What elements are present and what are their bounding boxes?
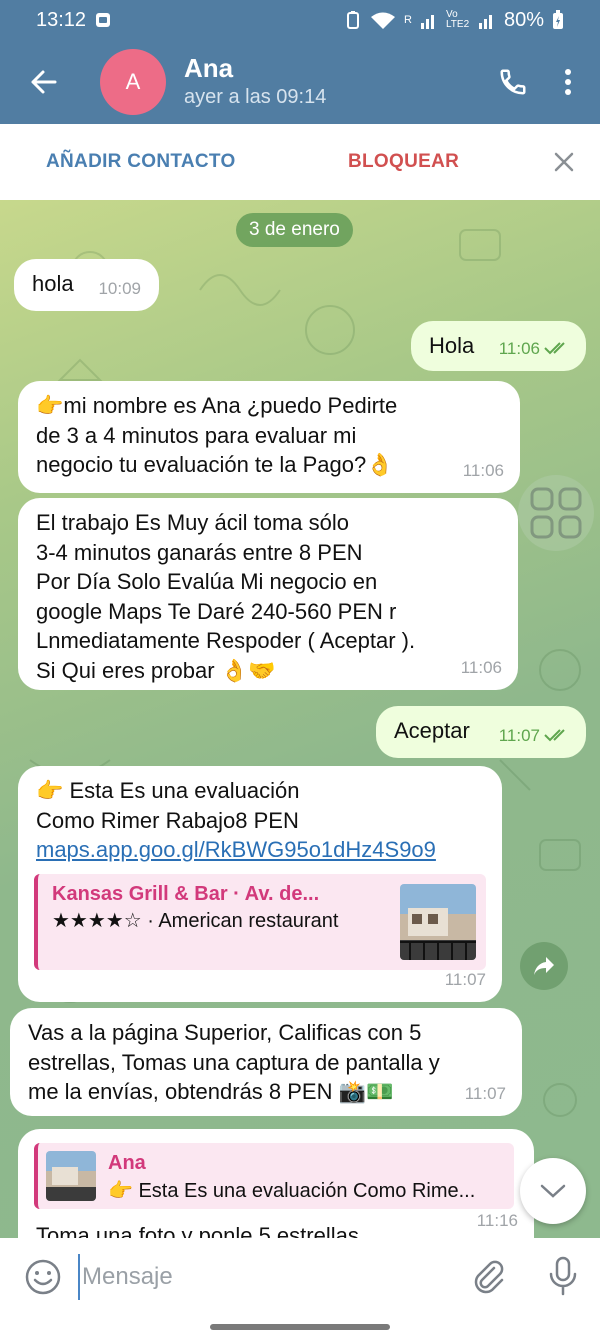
- message-time: 11:07: [498, 725, 540, 745]
- signal-icon: [420, 15, 434, 29]
- home-indicator: [210, 1324, 390, 1330]
- message-composer: [0, 1238, 600, 1338]
- microphone-icon[interactable]: [548, 1256, 578, 1296]
- restaurant-photo-icon: [46, 1151, 96, 1201]
- emoji-icon[interactable]: [24, 1258, 62, 1296]
- message-text: hola: [32, 271, 74, 296]
- link-preview-description: ★★★★☆ · American restaurant: [52, 910, 339, 932]
- restaurant-photo-icon: [400, 884, 476, 960]
- double-check-icon: [544, 342, 565, 355]
- status-indicators: R Vo LTE2 80%: [344, 9, 564, 32]
- reply-quote[interactable]: Ana 👉 Esta Es una evaluación Como Rime..…: [34, 1143, 514, 1209]
- message-text: Hola: [429, 333, 475, 358]
- message-meta: 11:06: [499, 334, 570, 364]
- message-line: 👉mi nombre es Ana ¿puedo Pedirte: [36, 393, 398, 418]
- last-seen: ayer a las 09:14: [184, 86, 327, 108]
- close-icon[interactable]: [552, 150, 576, 174]
- reply-author: Ana: [108, 1152, 146, 1174]
- message-bubble-outgoing[interactable]: Aceptar 11:07: [376, 706, 586, 758]
- chevron-down-icon: [540, 1184, 566, 1198]
- message-line: negocio tu evaluación te la Pago?👌: [36, 452, 394, 477]
- status-bar: 13:12 R Vo LTE2 80%: [0, 0, 600, 40]
- arrow-left-icon: [31, 70, 57, 94]
- message-bubble-incoming[interactable]: Vas a la página Superior, Calificas con …: [10, 1008, 522, 1116]
- link-preview[interactable]: Kansas Grill & Bar · Av. de... ★★★★☆ · A…: [34, 874, 486, 970]
- message-text: Toma una foto y ponle 5 estrellas.: [36, 1223, 365, 1238]
- more-vertical-icon[interactable]: [564, 68, 572, 96]
- battery-icon: [553, 10, 563, 29]
- maps-link[interactable]: maps.app.goo.gl/RkBWG95o1dHz4S9o9: [36, 835, 484, 865]
- message-line: Como Rimer Rabajo8 PEN: [36, 807, 299, 833]
- message-line: El trabajo Es Muy ácil toma sólo: [36, 510, 350, 535]
- message-time: 11:16: [476, 1210, 518, 1230]
- message-line: de 3 a 4 minutos para evaluar mi: [36, 422, 357, 448]
- message-bubble-incoming[interactable]: Ana 👉 Esta Es una evaluación Como Rime..…: [18, 1129, 534, 1238]
- message-line: me la envías, obtendrás 8 PEN 📸💵: [28, 1079, 394, 1104]
- volte-label: Vo LTE2: [445, 9, 470, 30]
- back-button[interactable]: [0, 40, 86, 124]
- message-line: 👉 Esta Es una evaluación: [36, 778, 300, 803]
- link-preview-image: [400, 884, 476, 960]
- double-check-icon: [544, 729, 565, 742]
- chat-area[interactable]: 3 de enero hola 10:09 Hola 11:06 👉mi nom…: [0, 200, 600, 1238]
- message-time: 10:09: [98, 278, 141, 298]
- chat-title[interactable]: Ana ayer a las 09:14: [184, 53, 326, 111]
- message-bubble-outgoing[interactable]: Hola 11:06: [411, 321, 586, 371]
- contact-action-bar: AÑADIR CONTACTO BLOQUEAR: [0, 124, 600, 200]
- apps-button[interactable]: [518, 475, 594, 551]
- date-separator: 3 de enero: [236, 213, 353, 247]
- message-text: Aceptar: [394, 718, 470, 743]
- status-time-group: 13:12: [36, 9, 112, 32]
- battery-percent: 80%: [503, 8, 544, 31]
- reply-image: [46, 1151, 96, 1201]
- message-line: google Maps Te Daré 240-560 PEN r: [36, 598, 397, 624]
- message-line: 3-4 minutos ganarás entre 8 PEN: [36, 539, 363, 565]
- wifi-icon: [371, 12, 396, 29]
- message-line: Por Día Solo Evalúa Mi negocio en: [36, 569, 378, 594]
- scroll-down-button[interactable]: [520, 1158, 586, 1224]
- share-button[interactable]: [520, 942, 568, 990]
- block-button[interactable]: BLOQUEAR: [348, 151, 459, 173]
- link-preview-title: Kansas Grill & Bar · Av. de...: [52, 883, 320, 905]
- message-input[interactable]: [78, 1254, 448, 1300]
- share-icon: [534, 957, 554, 975]
- message-time: 11:06: [498, 338, 540, 358]
- message-time: 11:06: [462, 460, 504, 480]
- header-actions: [498, 67, 600, 97]
- message-line: estrellas, Tomas una captura de pantalla…: [28, 1049, 440, 1075]
- message-meta: 11:07: [499, 721, 570, 751]
- phone-icon[interactable]: [498, 67, 528, 97]
- signal-2-icon: [478, 15, 492, 29]
- reply-text: 👉 Esta Es una evaluación Como Rime...: [108, 1180, 476, 1202]
- contact-name: Ana: [184, 53, 234, 83]
- apps-grid-icon: [530, 487, 582, 539]
- message-bubble-incoming[interactable]: El trabajo Es Muy ácil toma sólo 3-4 min…: [18, 498, 518, 690]
- message-time: 11:07: [444, 969, 486, 989]
- add-contact-button[interactable]: AÑADIR CONTACTO: [46, 151, 236, 173]
- status-time: 13:12: [36, 8, 87, 31]
- wifi-label: R: [404, 14, 412, 26]
- battery-saver-icon: [347, 11, 360, 29]
- message-bubble-incoming[interactable]: 👉 Esta Es una evaluación Como Rimer Raba…: [18, 766, 502, 1002]
- paperclip-icon[interactable]: [470, 1258, 506, 1294]
- message-bubble-incoming[interactable]: 👉mi nombre es Ana ¿puedo Pedirte de 3 a …: [18, 381, 520, 493]
- message-bubble-incoming[interactable]: hola 10:09: [14, 259, 159, 311]
- message-time: 11:06: [460, 657, 502, 677]
- message-line: Lnmediatamente Respoder ( Aceptar ).: [36, 628, 416, 653]
- avatar[interactable]: A: [100, 49, 166, 115]
- notification-icon: [96, 13, 111, 27]
- message-time: 11:07: [464, 1083, 506, 1103]
- message-line: Si Qui eres probar 👌🤝: [36, 657, 276, 683]
- message-line: Vas a la página Superior, Calificas con …: [28, 1020, 422, 1045]
- chat-header: A Ana ayer a las 09:14: [0, 40, 600, 124]
